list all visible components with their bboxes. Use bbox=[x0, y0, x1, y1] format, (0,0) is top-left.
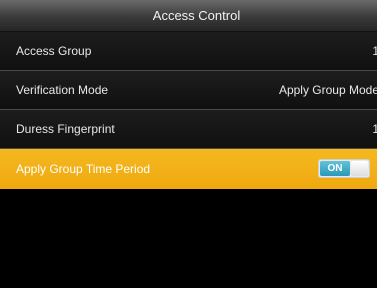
menu-item-verification-mode[interactable]: Verification Mode Apply Group Mode bbox=[0, 71, 377, 110]
toggle-on-label: ON bbox=[320, 161, 350, 176]
menu-item-label: Verification Mode bbox=[16, 83, 109, 97]
menu-item-apply-group-time-period[interactable]: Apply Group Time Period ON bbox=[0, 149, 377, 189]
page-title: Access Control bbox=[152, 8, 241, 23]
on-off-toggle[interactable]: ON bbox=[318, 159, 370, 178]
menu-item-label: Duress Fingerprint bbox=[16, 122, 115, 136]
menu-item-access-group[interactable]: Access Group 1 bbox=[0, 32, 377, 71]
menu-list: Access Group 1 Verification Mode Apply G… bbox=[0, 32, 377, 189]
menu-item-duress-fingerprint[interactable]: Duress Fingerprint 1 bbox=[0, 110, 377, 149]
menu-item-value: 1 bbox=[372, 110, 377, 148]
menu-item-value: Apply Group Mode bbox=[278, 83, 377, 97]
menu-item-label: Access Group bbox=[16, 44, 92, 58]
toggle-knob bbox=[351, 161, 368, 176]
menu-item-label: Apply Group Time Period bbox=[16, 162, 151, 176]
menu-item-value: 1 bbox=[372, 32, 377, 70]
empty-area bbox=[0, 190, 377, 288]
title-bar: Access Control bbox=[0, 0, 377, 32]
